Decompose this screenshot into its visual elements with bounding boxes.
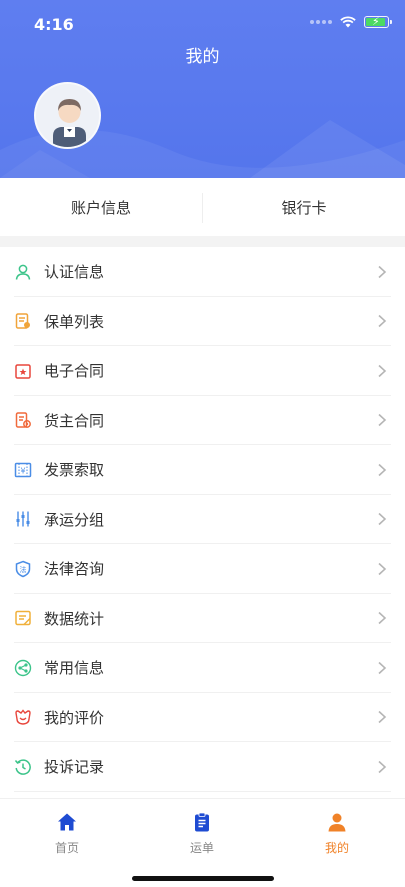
tab-bar: 首页 运单 我的 <box>0 798 405 887</box>
bank-card-button[interactable]: 银行卡 <box>203 180 405 236</box>
menu-list: 认证信息 保单列表 电子合同 货主合同 ¥ 发票索取 承运分组 法 法律咨询 数… <box>0 247 405 792</box>
status-time: 4:16 <box>34 15 74 34</box>
status-icons: ⚡ <box>310 15 392 28</box>
menu-label: 货主合同 <box>44 411 105 430</box>
menu-label: 数据统计 <box>44 609 105 628</box>
share-icon <box>14 659 32 677</box>
chevron-right-icon <box>378 760 387 773</box>
menu-item-legal-consult[interactable]: 法 法律咨询 <box>0 544 405 594</box>
section-separator <box>0 236 405 247</box>
menu-item-e-contract[interactable]: 电子合同 <box>0 346 405 396</box>
menu-item-common-info[interactable]: 常用信息 <box>0 643 405 693</box>
e-contract-icon <box>14 362 32 380</box>
chevron-right-icon <box>378 562 387 575</box>
account-info-button[interactable]: 账户信息 <box>0 180 202 236</box>
chevron-right-icon <box>378 661 387 674</box>
shipper-contract-icon <box>14 411 32 429</box>
menu-label: 保单列表 <box>44 312 105 331</box>
chevron-right-icon <box>378 364 387 377</box>
menu-label: 投诉记录 <box>44 758 105 777</box>
menu-item-invoice[interactable]: ¥ 发票索取 <box>0 445 405 495</box>
avatar[interactable] <box>34 82 101 149</box>
menu-label: 发票索取 <box>44 461 105 480</box>
menu-label: 承运分组 <box>44 510 105 529</box>
menu-item-my-reviews[interactable]: 我的评价 <box>0 693 405 743</box>
policy-list-icon <box>14 312 32 330</box>
chevron-right-icon <box>378 414 387 427</box>
signal-icon <box>310 20 332 24</box>
chevron-right-icon <box>378 463 387 476</box>
menu-item-policy-list[interactable]: 保单列表 <box>0 297 405 347</box>
chevron-right-icon <box>378 315 387 328</box>
home-indicator <box>132 876 274 881</box>
account-row: 账户信息 银行卡 <box>0 180 405 236</box>
waybill-icon <box>191 811 213 833</box>
tab-label: 首页 <box>54 841 79 855</box>
chevron-right-icon <box>378 513 387 526</box>
tab-home[interactable]: 首页 <box>17 811 117 856</box>
profile-header: 4:16 ⚡ 我的 <box>0 0 405 178</box>
menu-item-complaint-history[interactable]: 投诉记录 <box>0 742 405 792</box>
chevron-right-icon <box>378 265 387 278</box>
status-bar: 4:16 ⚡ <box>0 0 405 44</box>
carrier-group-icon <box>14 510 32 528</box>
tab-label: 运单 <box>189 841 214 855</box>
invoice-icon: ¥ <box>14 461 32 479</box>
menu-label: 我的评价 <box>44 708 105 727</box>
svg-text:法: 法 <box>20 565 27 574</box>
wifi-icon <box>340 16 356 28</box>
menu-label: 法律咨询 <box>44 560 105 579</box>
tab-profile[interactable]: 我的 <box>287 811 387 856</box>
menu-label: 电子合同 <box>44 362 105 381</box>
review-icon <box>14 708 32 726</box>
statistics-icon <box>14 609 32 627</box>
svg-text:¥: ¥ <box>20 466 25 475</box>
chevron-right-icon <box>378 612 387 625</box>
chevron-right-icon <box>378 711 387 724</box>
history-icon <box>14 758 32 776</box>
menu-item-carrier-group[interactable]: 承运分组 <box>0 495 405 545</box>
battery-icon: ⚡ <box>364 15 392 28</box>
home-icon <box>56 811 78 833</box>
menu-item-shipper-contract[interactable]: 货主合同 <box>0 396 405 446</box>
page-title: 我的 <box>185 47 220 67</box>
tab-label: 我的 <box>324 841 349 855</box>
legal-shield-icon: 法 <box>14 560 32 578</box>
menu-label: 常用信息 <box>44 659 105 678</box>
menu-label: 认证信息 <box>44 263 105 282</box>
menu-item-statistics[interactable]: 数据统计 <box>0 594 405 644</box>
profile-icon <box>326 811 348 833</box>
tab-waybill[interactable]: 运单 <box>152 811 252 856</box>
menu-item-verification[interactable]: 认证信息 <box>0 247 405 297</box>
user-icon <box>14 263 32 281</box>
